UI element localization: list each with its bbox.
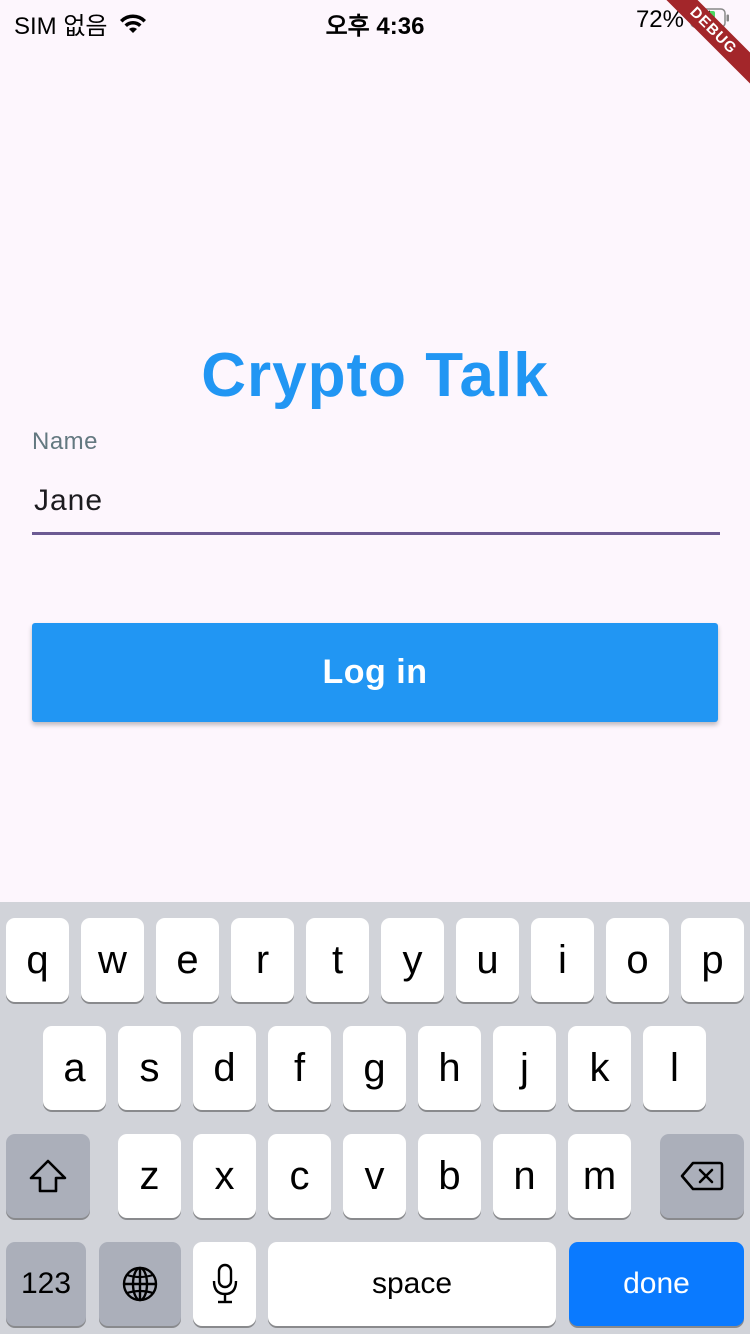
- key-j[interactable]: j: [493, 1026, 556, 1110]
- key-b[interactable]: b: [418, 1134, 481, 1218]
- key-z[interactable]: z: [118, 1134, 181, 1218]
- key-n[interactable]: n: [493, 1134, 556, 1218]
- key-m[interactable]: m: [568, 1134, 631, 1218]
- shift-icon: [29, 1159, 67, 1193]
- key-f[interactable]: f: [268, 1026, 331, 1110]
- microphone-icon: [212, 1263, 237, 1304]
- key-h[interactable]: h: [418, 1026, 481, 1110]
- key-u[interactable]: u: [456, 918, 519, 1002]
- key-p[interactable]: p: [681, 918, 744, 1002]
- dictation-key[interactable]: [193, 1242, 256, 1326]
- key-w[interactable]: w: [81, 918, 144, 1002]
- key-k[interactable]: k: [568, 1026, 631, 1110]
- key-r[interactable]: r: [231, 918, 294, 1002]
- globe-key[interactable]: [99, 1242, 181, 1326]
- backspace-key[interactable]: [660, 1134, 744, 1218]
- key-x[interactable]: x: [193, 1134, 256, 1218]
- numbers-key[interactable]: 123: [6, 1242, 86, 1326]
- space-key[interactable]: space: [268, 1242, 556, 1326]
- done-key[interactable]: done: [569, 1242, 744, 1326]
- key-a[interactable]: a: [43, 1026, 106, 1110]
- key-g[interactable]: g: [343, 1026, 406, 1110]
- key-d[interactable]: d: [193, 1026, 256, 1110]
- login-button[interactable]: Log in: [32, 623, 718, 722]
- name-input[interactable]: [32, 484, 720, 535]
- backspace-icon: [680, 1161, 724, 1191]
- globe-icon: [122, 1266, 158, 1302]
- on-screen-keyboard: q w e r t y u i o p a s d f g h j k l z …: [0, 902, 750, 1334]
- name-field: Name: [32, 428, 720, 535]
- key-i[interactable]: i: [531, 918, 594, 1002]
- key-o[interactable]: o: [606, 918, 669, 1002]
- status-bar: SIM 없음 오후 4:36 72%: [0, 0, 750, 40]
- app-title: Crypto Talk: [201, 341, 549, 410]
- key-l[interactable]: l: [643, 1026, 706, 1110]
- key-t[interactable]: t: [306, 918, 369, 1002]
- key-v[interactable]: v: [343, 1134, 406, 1218]
- key-q[interactable]: q: [6, 918, 69, 1002]
- key-y[interactable]: y: [381, 918, 444, 1002]
- shift-key[interactable]: [6, 1134, 90, 1218]
- key-c[interactable]: c: [268, 1134, 331, 1218]
- name-field-label: Name: [32, 428, 99, 455]
- key-e[interactable]: e: [156, 918, 219, 1002]
- key-s[interactable]: s: [118, 1026, 181, 1110]
